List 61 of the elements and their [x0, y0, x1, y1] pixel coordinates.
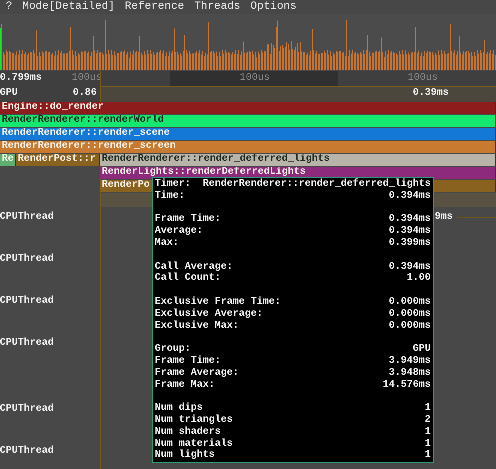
- stat-label: Average:: [155, 226, 204, 238]
- stat-label: Max:: [155, 238, 180, 250]
- tick-label: 100us: [72, 73, 102, 84]
- timer-bar[interactable]: RenderPost::r: [16, 154, 100, 166]
- stat-label: Exclusive Max:: [155, 320, 240, 332]
- thread-label: CPUThread: [0, 446, 56, 456]
- stat-label: Frame Max:: [155, 380, 216, 392]
- stat-label: Timer:: [155, 179, 192, 190]
- stat-value: GPU: [412, 344, 431, 356]
- stat-value: 0.394ms: [388, 226, 431, 238]
- menu-item[interactable]: Mode[Detailed]: [22, 1, 116, 13]
- tick-label: 100us: [408, 73, 438, 84]
- stat-value: 0.394ms: [388, 190, 431, 203]
- stat-label: Frame Time:: [155, 356, 222, 368]
- menu-item[interactable]: Options: [250, 1, 297, 13]
- stat-value: RenderRenderer::render_deferred_lights: [202, 179, 431, 191]
- stat-label: Call Count:: [155, 273, 222, 286]
- stat-value: 0.000ms: [388, 296, 431, 309]
- stat-value: 14.576ms: [382, 380, 431, 392]
- stat-value: 3.949ms: [388, 356, 431, 368]
- stat-value: 1: [424, 438, 431, 450]
- timer-bar[interactable]: RenderRenderer::renderWorld: [0, 115, 496, 127]
- stat-label: Num materials: [155, 438, 234, 450]
- group-label: GPU: [0, 88, 18, 99]
- stat-label: Time:: [155, 190, 186, 203]
- stat-label: Group:: [155, 344, 192, 356]
- tick-label: 100us: [240, 73, 270, 84]
- stat-label: Exclusive Average:: [155, 308, 264, 320]
- timer-bar[interactable]: Engine::do_render: [0, 102, 496, 114]
- stat-label: Num triangles: [155, 414, 234, 426]
- stat-value: 1: [424, 450, 431, 462]
- stat-label: Frame Average:: [155, 368, 240, 380]
- stat-label: Num shaders: [155, 426, 222, 438]
- stat-label: Frame Time:: [155, 214, 222, 226]
- stat-value: 0.394ms: [388, 262, 431, 273]
- thread-label: CPUThread: [0, 254, 56, 264]
- stat-label: Num lights: [155, 450, 216, 462]
- thread-label: CPUThread: [0, 296, 56, 306]
- stat-value: 2: [424, 414, 431, 427]
- stat-label: Num dips: [155, 403, 204, 414]
- stat-value: 0.394ms: [388, 214, 431, 226]
- stat-value: 0.000ms: [388, 308, 431, 321]
- menu-item[interactable]: ?: [6, 1, 13, 13]
- stat-value: 1: [424, 426, 431, 439]
- span-reading: 0.39ms: [413, 88, 450, 99]
- stat-value: 1: [424, 403, 431, 415]
- thread-label: CPUThread: [0, 212, 56, 222]
- stat-value: 1.00: [406, 273, 431, 286]
- time-reading: 0.799ms: [0, 73, 42, 84]
- thread-label: CPUThread: [0, 338, 56, 348]
- stat-label: Exclusive Frame Time:: [155, 296, 282, 308]
- stat-value: 3.948ms: [388, 368, 431, 380]
- group-value: 0.86: [73, 88, 98, 99]
- stat-value: 0.000ms: [388, 320, 431, 332]
- span-reading: 9ms: [435, 212, 454, 222]
- menu-item[interactable]: Threads: [194, 1, 241, 13]
- thread-label: CPUThread: [0, 404, 56, 414]
- menu-item[interactable]: Reference: [125, 1, 184, 13]
- stat-value: 0.399ms: [388, 238, 431, 250]
- stat-label: Call Average:: [155, 262, 234, 273]
- timer-bar[interactable]: RenderRenderer::render_scene: [0, 128, 496, 140]
